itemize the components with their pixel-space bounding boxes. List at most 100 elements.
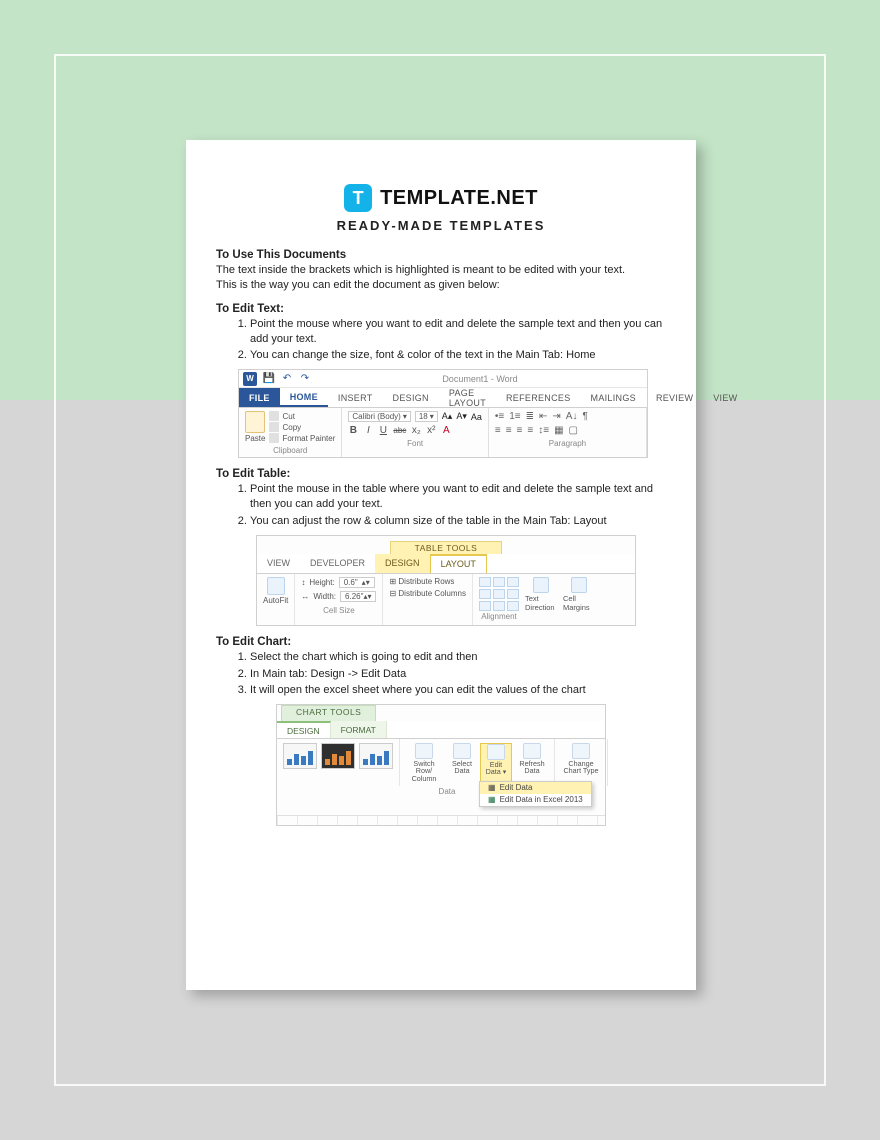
ribbon-tabs: FILE HOME INSERT DESIGN PAGE LAYOUT REFE…	[239, 388, 647, 408]
tab-mailings[interactable]: MAILINGS	[581, 388, 646, 407]
superscript-button[interactable]: x²	[426, 425, 436, 436]
width-spinner[interactable]: 6.26"▴▾	[340, 591, 376, 602]
align-center-icon[interactable]: ≡	[506, 425, 512, 436]
menu-item-label: Edit Data	[500, 784, 533, 792]
brand-name: TEMPLATE.NET	[380, 187, 538, 210]
cell-margins-icon	[571, 577, 587, 593]
line-spacing-icon[interactable]: ↕≡	[538, 425, 549, 436]
word-app-icon[interactable]: W	[243, 372, 257, 386]
cell-margins-label: Cell Margins	[563, 594, 595, 612]
tab-developer[interactable]: DEVELOPER	[300, 554, 375, 573]
copy-button[interactable]: Copy	[269, 422, 335, 432]
chart-styles-gallery[interactable]	[277, 739, 400, 786]
distribute-rows-label: Distribute Rows	[398, 577, 454, 586]
tab-view[interactable]: VIEW	[703, 388, 747, 407]
tab-view[interactable]: VIEW	[257, 554, 300, 573]
tab-page-layout[interactable]: PAGE LAYOUT	[439, 388, 496, 407]
underline-button[interactable]: U	[378, 425, 388, 436]
undo-icon[interactable]: ↶	[281, 373, 293, 385]
change-chart-type-label: Change Chart Type	[562, 760, 600, 774]
edit-chart-steps: Select the chart which is going to edit …	[216, 650, 666, 699]
chart-style-thumb[interactable]	[283, 743, 317, 769]
tab-references[interactable]: REFERENCES	[496, 388, 581, 407]
save-icon[interactable]: 💾	[263, 373, 275, 385]
edit-table-steps: Point the mouse in the table where you w…	[216, 482, 666, 529]
borders-icon[interactable]: ▢	[569, 425, 578, 436]
bold-button[interactable]: B	[348, 425, 358, 436]
tab-chart-design[interactable]: DESIGN	[277, 721, 331, 738]
height-spinner[interactable]: 0.6"▴▾	[339, 577, 375, 588]
font-group-label: Font	[348, 439, 481, 448]
intro-heading: To Use This Documents	[216, 249, 666, 261]
font-color-button[interactable]: A	[441, 425, 451, 436]
change-case-icon[interactable]: Aa	[471, 412, 482, 422]
paste-button[interactable]: Paste	[245, 411, 265, 443]
tab-design[interactable]: DESIGN	[383, 388, 439, 407]
grow-font-icon[interactable]: A▴	[442, 411, 453, 422]
increase-indent-icon[interactable]: ⇥	[552, 411, 560, 422]
refresh-data-button[interactable]: Refresh Data	[514, 743, 550, 782]
multilevel-list-icon[interactable]: ≣	[526, 411, 534, 422]
sort-icon[interactable]: A↓	[566, 411, 578, 422]
align-right-icon[interactable]: ≡	[517, 425, 523, 436]
show-marks-icon[interactable]: ¶	[582, 411, 587, 422]
shading-icon[interactable]: ▦	[554, 425, 563, 436]
edit-data-label: Edit Data ▾	[484, 761, 508, 775]
list-item: Point the mouse where you want to edit a…	[250, 317, 666, 347]
height-icon: ↕	[301, 578, 305, 587]
tab-chart-format[interactable]: FORMAT	[331, 721, 387, 738]
chart-style-thumb[interactable]	[359, 743, 393, 769]
cell-size-group-label: Cell Size	[301, 605, 376, 616]
chart-tools-ribbon: CHART TOOLS DESIGN FORMAT Switch Row/ Co…	[276, 704, 606, 826]
spinner-arrows-icon: ▴▾	[363, 592, 371, 601]
cut-button[interactable]: Cut	[269, 411, 335, 421]
numbering-icon[interactable]: 1≡	[509, 411, 520, 422]
edit-data-button[interactable]: Edit Data ▾ ▦Edit Data ▦Edit Data in Exc…	[480, 743, 512, 782]
select-data-button[interactable]: Select Data	[446, 743, 478, 782]
decrease-indent-icon[interactable]: ⇤	[539, 411, 547, 422]
menu-item-edit-data-excel[interactable]: ▦Edit Data in Excel 2013	[480, 794, 591, 806]
chevron-down-icon: ▾	[430, 412, 434, 421]
tab-insert[interactable]: INSERT	[328, 388, 383, 407]
distribute-cols-button[interactable]: ⊟ Distribute Columns	[389, 589, 466, 598]
switch-row-column-button[interactable]: Switch Row/ Column	[404, 743, 444, 782]
list-item: Select the chart which is going to edit …	[250, 650, 666, 665]
cut-icon	[269, 411, 279, 421]
intro-line-1: The text inside the brackets which is hi…	[216, 263, 666, 278]
copy-icon	[269, 422, 279, 432]
tab-file[interactable]: FILE	[239, 388, 280, 407]
autofit-button[interactable]: AutoFit	[257, 574, 295, 625]
paste-label: Paste	[245, 434, 265, 443]
list-item: You can change the size, font & color of…	[250, 348, 666, 363]
align-left-icon[interactable]: ≡	[495, 425, 501, 436]
word-home-ribbon: W 💾 ↶ ↷ Document1 - Word FILE HOME INSER…	[238, 369, 648, 458]
format-painter-button[interactable]: Format Painter	[269, 433, 335, 443]
height-value: 0.6"	[344, 578, 358, 587]
tab-home[interactable]: HOME	[280, 388, 328, 407]
distribute-cols-label: Distribute Columns	[398, 589, 466, 598]
alignment-grid[interactable]	[479, 577, 519, 611]
distribute-rows-button[interactable]: ⊞ Distribute Rows	[389, 577, 466, 586]
document-page: T TEMPLATE.NET READY-MADE TEMPLATES To U…	[186, 140, 696, 990]
tab-table-layout[interactable]: LAYOUT	[430, 554, 487, 573]
strikethrough-button[interactable]: abc	[393, 426, 406, 435]
text-direction-button[interactable]: Text Direction	[525, 577, 557, 612]
justify-icon[interactable]: ≡	[527, 425, 533, 436]
font-name-combo[interactable]: Calibri (Body)▾	[348, 411, 410, 422]
redo-icon[interactable]: ↷	[299, 373, 311, 385]
italic-button[interactable]: I	[363, 425, 373, 436]
select-data-label: Select Data	[449, 760, 475, 774]
cell-margins-button[interactable]: Cell Margins	[563, 577, 595, 612]
shrink-font-icon[interactable]: A▾	[456, 411, 467, 422]
tab-table-design[interactable]: DESIGN	[375, 554, 430, 573]
window-title: Document1 - Word	[317, 374, 643, 384]
font-size-combo[interactable]: 18▾	[415, 411, 438, 422]
change-chart-type-button[interactable]: Change Chart Type	[559, 743, 603, 782]
chart-style-thumb[interactable]	[321, 743, 355, 769]
bullets-icon[interactable]: •≡	[495, 411, 504, 422]
subscript-button[interactable]: x₂	[411, 425, 421, 436]
clipboard-group: Paste Cut Copy Format Painter Clipboard	[239, 408, 342, 457]
tab-review[interactable]: REVIEW	[646, 388, 703, 407]
clipboard-group-label: Clipboard	[245, 446, 335, 455]
menu-item-edit-data[interactable]: ▦Edit Data	[480, 782, 591, 794]
